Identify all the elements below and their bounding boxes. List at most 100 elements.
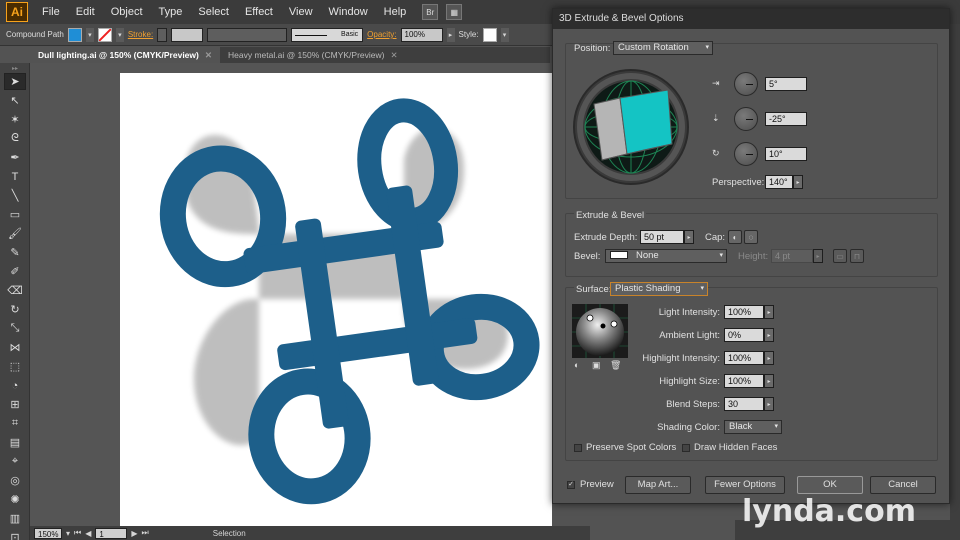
highlight-intensity-field[interactable]: 100% (724, 351, 764, 365)
close-icon[interactable]: ✕ (205, 50, 212, 60)
canvas-area[interactable] (30, 63, 552, 526)
bevel-extent-in-icon[interactable]: ▭ (833, 249, 847, 263)
bridge-button[interactable]: Br (422, 4, 439, 20)
width-tool-icon[interactable]: ⋈ (4, 339, 26, 356)
dialog-title[interactable]: 3D Extrude & Bevel Options (553, 9, 949, 29)
stroke-label[interactable]: Stroke: (128, 30, 153, 39)
tab-heavy-metal[interactable]: Heavy metal.ai @ 150% (CMYK/Preview) ✕ (220, 47, 406, 63)
x-rotation-knob[interactable] (734, 72, 758, 96)
cap-off-icon[interactable]: ◌ (744, 230, 758, 244)
extrude-depth-stepper-icon[interactable]: ▸ (684, 230, 694, 244)
style-dropdown-icon[interactable]: ▾ (500, 27, 509, 42)
first-artboard-icon[interactable]: ⏮ (74, 528, 81, 538)
3d-knot-artwork[interactable] (30, 63, 552, 526)
height-field[interactable]: 4 pt (771, 249, 813, 263)
perspective-field[interactable]: 140° (765, 175, 793, 189)
zoom-field[interactable]: 150% (34, 527, 62, 539)
next-artboard-icon[interactable]: ▶ (131, 529, 137, 538)
prev-artboard-icon[interactable]: ◀ (85, 529, 91, 538)
stroke-weight-stepper[interactable] (157, 27, 168, 42)
fill-swatch[interactable] (67, 27, 82, 42)
stroke-weight-field[interactable] (171, 27, 204, 42)
shading-color-select[interactable]: Black ▾ (724, 420, 782, 434)
height-stepper-icon[interactable]: ▸ (813, 249, 823, 263)
menu-effect[interactable]: Effect (237, 0, 281, 24)
highlight-size-stepper-icon[interactable]: ▸ (764, 374, 774, 388)
ambient-light-field[interactable]: 0% (724, 328, 764, 342)
menu-view[interactable]: View (281, 0, 321, 24)
light-source-handle[interactable] (610, 320, 618, 328)
preview-checkbox[interactable]: ✓ (567, 481, 575, 489)
perspective-stepper-icon[interactable]: ▸ (793, 175, 803, 189)
light-intensity-stepper-icon[interactable]: ▸ (764, 305, 774, 319)
paintbrush-tool-icon[interactable]: 🖌 (4, 225, 26, 242)
map-art-button[interactable]: Map Art... (625, 476, 691, 494)
artboard-tool-icon[interactable]: ⊡ (4, 529, 26, 540)
column-graph-tool-icon[interactable]: ▥ (4, 510, 26, 527)
magic-wand-tool-icon[interactable]: ✶ (4, 111, 26, 128)
y-rotation-field[interactable]: -25° (765, 112, 807, 126)
line-tool-icon[interactable]: ╲ (4, 187, 26, 204)
x-rotation-field[interactable]: 5° (765, 77, 807, 91)
eraser-tool-icon[interactable]: ⌫ (4, 282, 26, 299)
cancel-button[interactable]: Cancel (870, 476, 936, 494)
blend-tool-icon[interactable]: ◎ (4, 472, 26, 489)
bevel-extent-out-icon[interactable]: ⊓ (850, 249, 864, 263)
z-rotation-field[interactable]: 10° (765, 147, 807, 161)
menu-type[interactable]: Type (151, 0, 191, 24)
scale-tool-icon[interactable]: ⤡ (4, 320, 26, 337)
light-intensity-field[interactable]: 100% (724, 305, 764, 319)
symbol-sprayer-tool-icon[interactable]: ✺ (4, 491, 26, 508)
y-rotation-knob[interactable] (734, 107, 758, 131)
opacity-label[interactable]: Opacity: (367, 30, 396, 39)
eyedropper-tool-icon[interactable]: ⌖ (4, 453, 26, 470)
bevel-select[interactable]: None ▾ (605, 249, 727, 263)
surface-select[interactable]: Plastic Shading ▾ (610, 282, 708, 296)
blob-brush-tool-icon[interactable]: ✐ (4, 263, 26, 280)
close-icon[interactable]: ✕ (390, 50, 397, 60)
panel-grip-icon[interactable]: ▸▸ (4, 65, 26, 72)
arrange-documents-button[interactable]: ▦ (446, 4, 463, 20)
direct-selection-tool-icon[interactable]: ↖ (4, 92, 26, 109)
last-artboard-icon[interactable]: ⏭ (142, 528, 149, 538)
rotation-track-cube[interactable] (572, 68, 690, 186)
cap-on-icon[interactable]: ◐ (728, 230, 742, 244)
free-transform-tool-icon[interactable]: ⬚ (4, 358, 26, 375)
zoom-dropdown-icon[interactable]: ▾ (66, 529, 70, 538)
current-tool-status[interactable]: Selection (213, 529, 246, 538)
stroke-swatch[interactable] (97, 27, 112, 42)
menu-file[interactable]: File (34, 0, 68, 24)
highlight-size-field[interactable]: 100% (724, 374, 764, 388)
pen-tool-icon[interactable]: ✒ (4, 149, 26, 166)
extrude-depth-field[interactable]: 50 pt (640, 230, 684, 244)
fewer-options-button[interactable]: Fewer Options (705, 476, 785, 494)
brush-definition[interactable]: Basic (291, 27, 364, 42)
mesh-tool-icon[interactable]: ⌗ (4, 415, 26, 432)
preserve-spot-colors-checkbox[interactable] (574, 444, 582, 452)
ok-button[interactable]: OK (797, 476, 863, 494)
selection-tool-icon[interactable]: ➤ (4, 73, 26, 90)
shape-builder-tool-icon[interactable]: ◔ (4, 377, 26, 394)
stroke-dropdown-icon[interactable]: ▾ (115, 27, 124, 42)
selected-light-handle[interactable] (600, 323, 606, 329)
variable-width-profile[interactable] (207, 27, 288, 42)
menu-edit[interactable]: Edit (68, 0, 103, 24)
perspective-grid-tool-icon[interactable]: ⊞ (4, 396, 26, 413)
ambient-light-stepper-icon[interactable]: ▸ (764, 328, 774, 342)
gradient-tool-icon[interactable]: ▤ (4, 434, 26, 451)
type-tool-icon[interactable]: T (4, 168, 26, 185)
fill-dropdown-icon[interactable]: ▾ (85, 27, 94, 42)
rotate-tool-icon[interactable]: ↻ (4, 301, 26, 318)
opacity-field[interactable]: 100% (400, 27, 443, 42)
menu-help[interactable]: Help (376, 0, 415, 24)
blend-steps-field[interactable]: 30 (724, 397, 764, 411)
blend-steps-stepper-icon[interactable]: ▸ (764, 397, 774, 411)
tab-dull-lighting[interactable]: Dull lighting.ai @ 150% (CMYK/Preview) ✕ (30, 47, 220, 63)
new-light-icon[interactable]: ▣ (592, 360, 601, 371)
highlight-intensity-stepper-icon[interactable]: ▸ (764, 351, 774, 365)
rectangle-tool-icon[interactable]: ▭ (4, 206, 26, 223)
graphic-style-swatch[interactable] (482, 27, 497, 42)
position-select[interactable]: Custom Rotation ▾ (613, 41, 713, 55)
opacity-dropdown-icon[interactable]: ▸ (446, 27, 455, 42)
light-source-handle[interactable] (586, 314, 594, 322)
